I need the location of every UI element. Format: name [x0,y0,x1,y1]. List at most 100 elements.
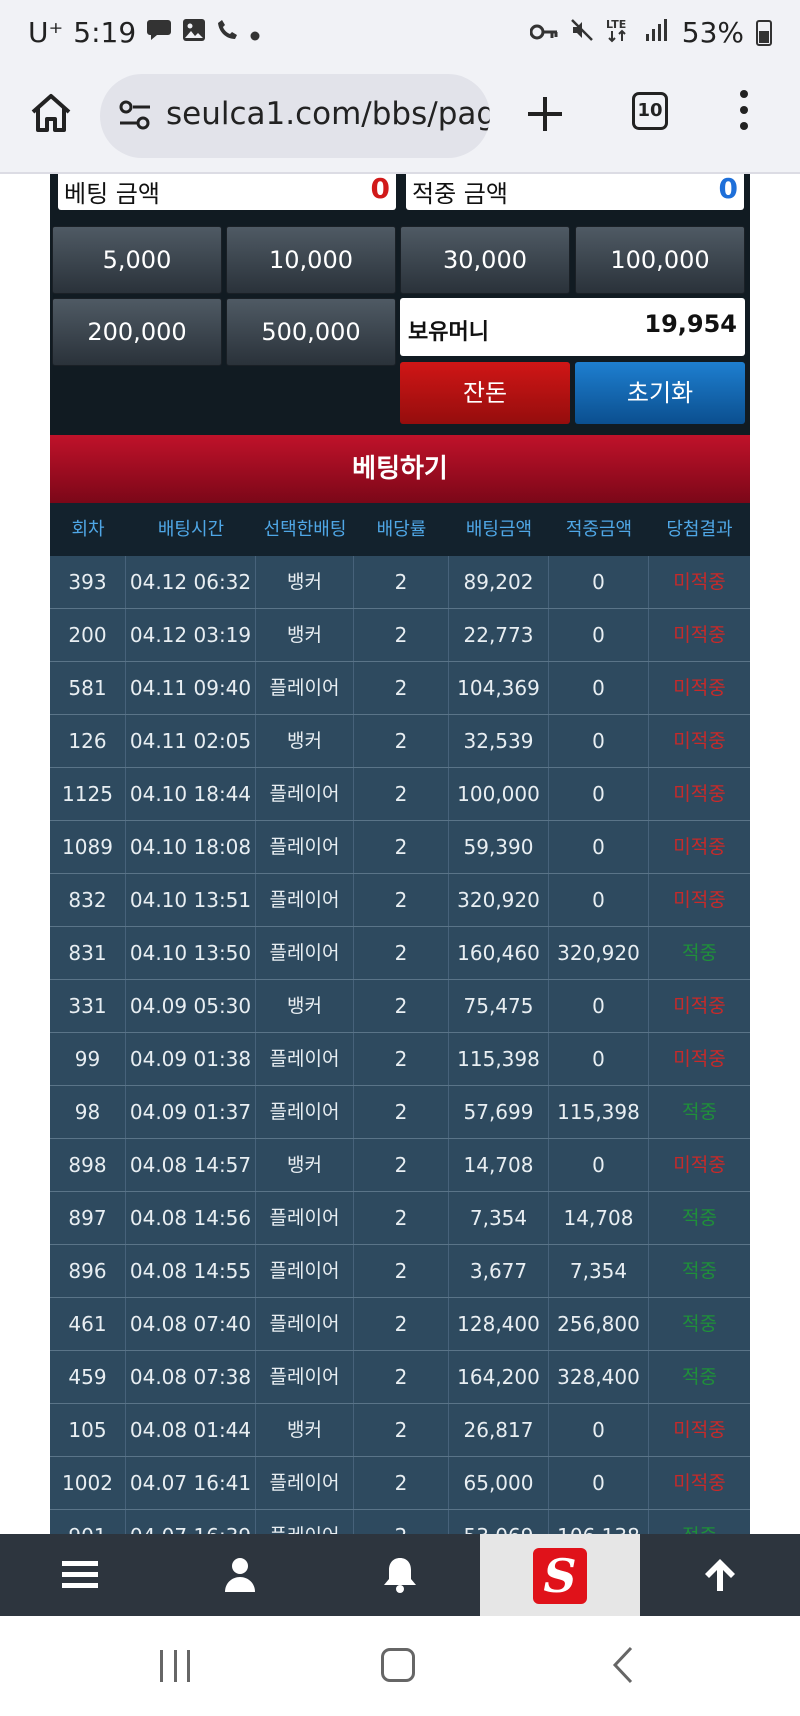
status-right: LTE 53% [529,16,772,49]
row-win: 0 [549,1033,649,1085]
col-bet: 배팅금액 [465,519,533,540]
row-result: 미적중 [673,1154,726,1176]
table-row: 98 04.09 01:37 플레이어 2 57,699 115,398 적중 [50,1086,750,1139]
tab-switcher-button[interactable]: 10 [632,92,668,130]
row-time: 04.10 13:50 [126,927,256,979]
row-win: 106,138 [549,1510,649,1534]
table-row: 896 04.08 14:55 플레이어 2 3,677 7,354 적중 [50,1245,750,1298]
bet-amount-box: 베팅 금액 0 [58,174,396,210]
table-row: 897 04.08 14:56 플레이어 2 7,354 14,708 적중 [50,1192,750,1245]
history-table-header: 회차 배팅시간 선택한배팅 배당률 배팅금액 적중금액 당첨결과 [50,503,750,556]
row-bet: 26,817 [449,1404,549,1456]
nav-menu-button[interactable] [0,1534,160,1616]
row-odds: 2 [354,1457,449,1509]
row-pick: 뱅커 [256,1404,354,1456]
col-time: 배팅시간 [157,519,225,540]
row-odds: 2 [354,874,449,926]
system-back-button[interactable] [612,1646,634,1688]
chip-10000-button[interactable]: 10,000 [226,226,396,294]
row-win: 0 [549,662,649,714]
row-bet: 59,390 [449,821,549,873]
home-button[interactable] [28,90,74,136]
row-pick: 플레이어 [256,874,354,926]
win-amount-box: 적중 금액 0 [406,174,744,210]
new-tab-button[interactable] [525,86,565,143]
row-odds: 2 [354,662,449,714]
row-odds: 2 [354,1510,449,1534]
missed-call-icon [216,18,240,48]
row-result: 적중 [682,1366,717,1388]
row-win: 0 [549,1404,649,1456]
col-win: 적중금액 [565,519,633,540]
row-odds: 2 [354,927,449,979]
place-bet-button[interactable]: 베팅하기 [50,435,750,503]
chip-200000-button[interactable]: 200,000 [52,298,222,366]
row-result: 미적중 [673,624,726,646]
status-bar: U⁺ 5:19 LTE 53% [0,0,800,70]
row-pick: 플레이어 [256,1457,354,1509]
row-odds: 2 [354,1139,449,1191]
col-pick: 선택한배팅 [263,519,347,540]
row-win: 0 [549,609,649,661]
table-row: 831 04.10 13:50 플레이어 2 160,460 320,920 적중 [50,927,750,980]
system-home-button[interactable] [381,1648,415,1682]
col-result: 당첨결과 [666,519,733,540]
recents-button[interactable] [160,1650,190,1682]
row-win: 256,800 [549,1298,649,1350]
scroll-top-button[interactable] [640,1534,800,1616]
table-row: 126 04.11 02:05 뱅커 2 32,539 0 미적중 [50,715,750,768]
row-pick: 플레이어 [256,1245,354,1297]
table-row: 200 04.12 03:19 뱅커 2 22,773 0 미적중 [50,609,750,662]
bell-icon [384,1558,416,1593]
row-time: 04.08 14:55 [126,1245,256,1297]
row-result: 미적중 [673,677,726,699]
more-menu-button[interactable] [740,90,750,138]
row-round: 393 [50,556,126,608]
row-bet: 320,920 [449,874,549,926]
back-chevron-icon [612,1646,633,1684]
nav-alert-button[interactable] [320,1534,480,1616]
row-result: 적중 [649,1510,750,1534]
carrier-label: U⁺ [28,16,64,49]
change-button[interactable]: 잔돈 [400,362,570,424]
row-round: 331 [50,980,126,1032]
row-bet: 115,398 [449,1033,549,1085]
reset-button[interactable]: 초기화 [575,362,745,424]
image-icon [182,18,206,48]
nav-user-button[interactable] [160,1534,320,1616]
vpn-key-icon [529,19,558,47]
row-time: 04.07 16:39 [126,1510,256,1534]
browser-toolbar: seulca1.com/bbs/pag 10 [0,70,800,174]
row-odds: 2 [354,1404,449,1456]
nav-logo-button[interactable]: S [480,1534,640,1616]
row-win: 0 [549,715,649,767]
site-settings-icon[interactable] [118,98,152,136]
chip-100000-button[interactable]: 100,000 [575,226,745,294]
clock: 5:19 [73,16,137,49]
row-pick: 뱅커 [256,556,354,608]
row-round: 98 [50,1086,126,1138]
row-time: 04.11 09:40 [126,662,256,714]
chip-30000-button[interactable]: 30,000 [400,226,570,294]
table-row: 331 04.09 05:30 뱅커 2 75,475 0 미적중 [50,980,750,1033]
balance-label: 보유머니 [408,320,489,345]
address-bar[interactable]: seulca1.com/bbs/pag [100,74,490,158]
recents-bar-icon [187,1650,190,1682]
row-time: 04.08 07:38 [126,1351,256,1403]
row-pick: 플레이어 [256,1033,354,1085]
row-bet: 128,400 [449,1298,549,1350]
chip-500000-button[interactable]: 500,000 [226,298,396,366]
row-result: 미적중 [673,730,726,752]
row-round: 105 [50,1404,126,1456]
row-time: 04.10 18:08 [126,821,256,873]
arrow-up-icon [705,1559,735,1591]
row-time: 04.08 01:44 [126,1404,256,1456]
row-bet: 160,460 [449,927,549,979]
table-row: 105 04.08 01:44 뱅커 2 26,817 0 미적중 [50,1404,750,1457]
row-round: 1002 [50,1457,126,1509]
url-text: seulca1.com/bbs/pag [166,96,490,132]
chip-5000-button[interactable]: 5,000 [52,226,222,294]
row-time: 04.12 03:19 [126,609,256,661]
row-odds: 2 [354,715,449,767]
row-win: 14,708 [549,1192,649,1244]
